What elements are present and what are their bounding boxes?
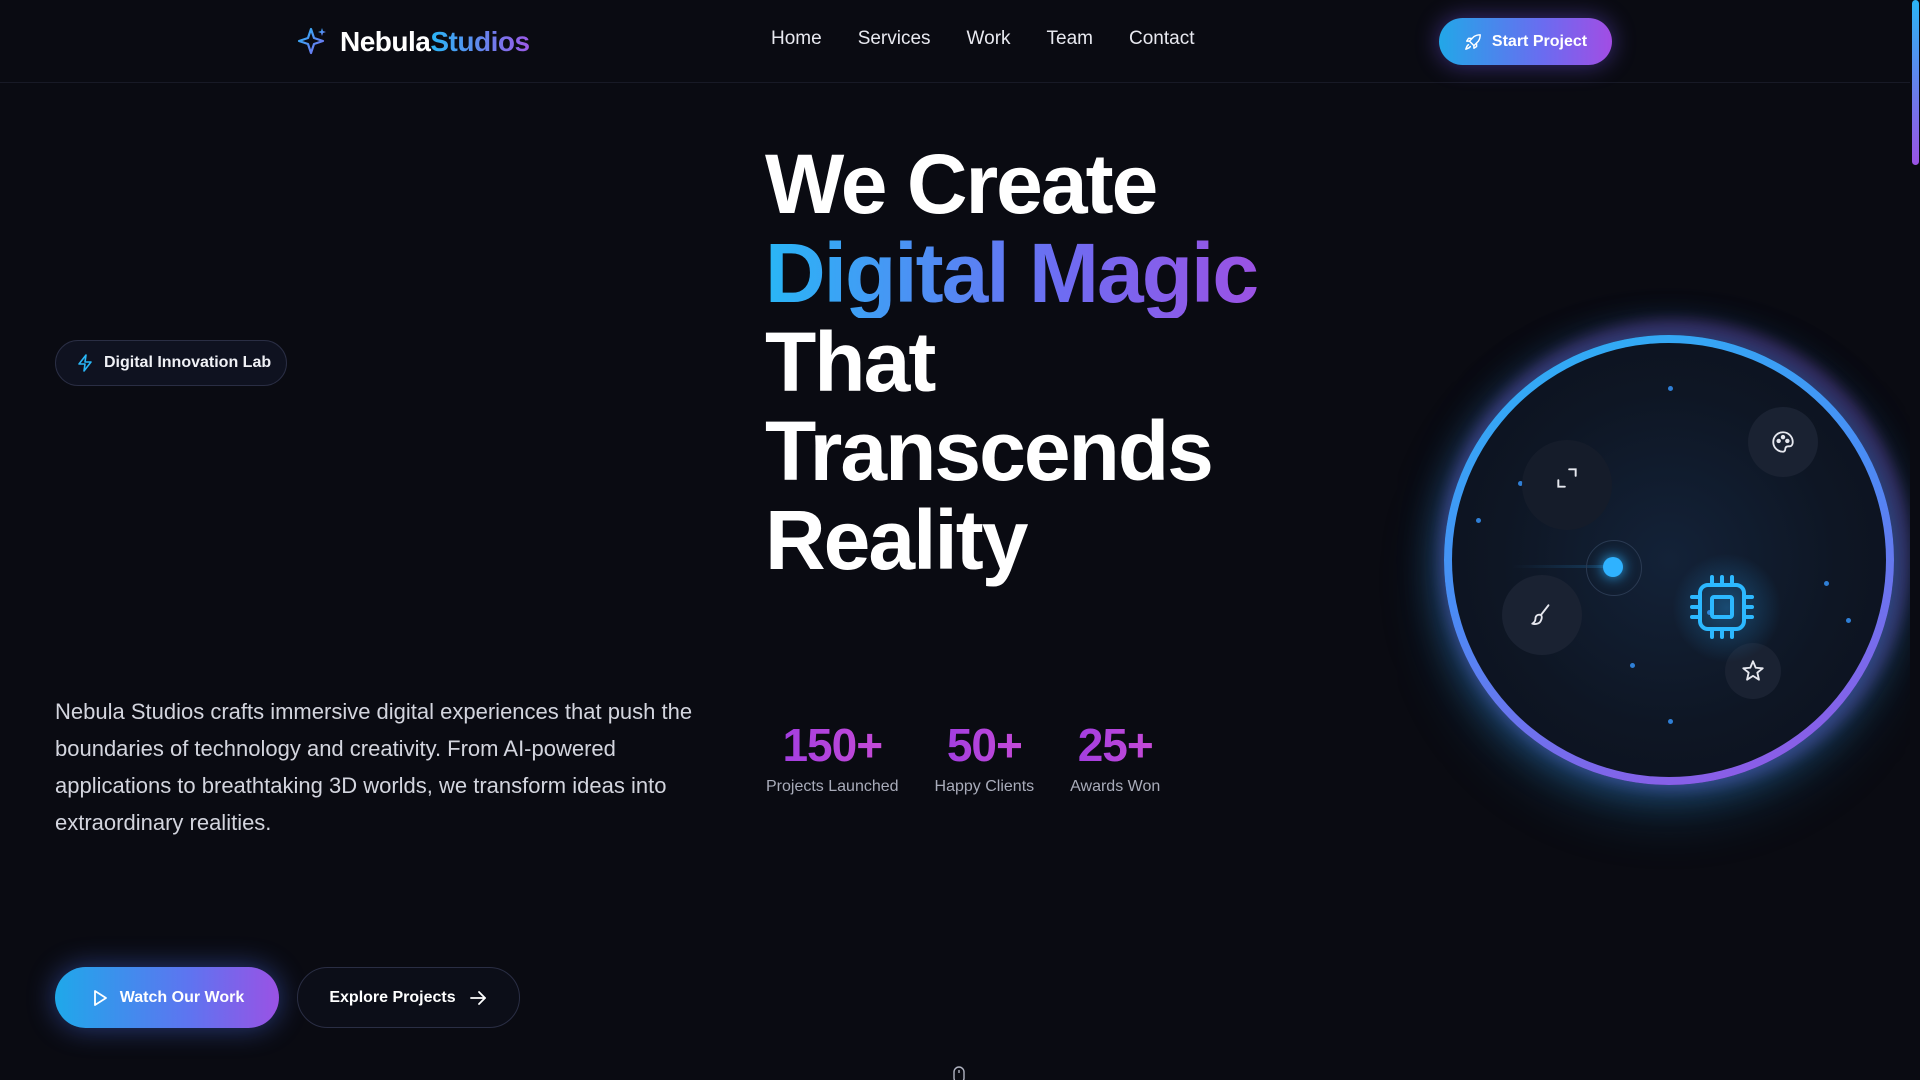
hero-orb — [1400, 290, 1920, 830]
sparkles-icon — [297, 27, 326, 55]
stat-value: 50+ — [946, 719, 1023, 771]
expand-icon-bubble — [1522, 440, 1612, 530]
start-project-button[interactable]: Start Project — [1439, 18, 1612, 65]
palette-icon — [1772, 431, 1794, 453]
arrow-right-icon — [469, 990, 486, 1005]
headline-line-4: Transcends — [765, 404, 1214, 498]
innovation-badge: Digital Innovation Lab — [55, 340, 287, 386]
stat-clients: 50+ Happy Clients — [935, 718, 1035, 796]
watch-our-work-label: Watch Our Work — [119, 988, 245, 1006]
hero-description: Nebula Studios crafts immersive digital … — [55, 699, 693, 835]
nav-link-contact[interactable]: Contact — [1129, 28, 1194, 50]
palette-icon-bubble — [1748, 407, 1818, 477]
nav-link-team[interactable]: Team — [1047, 28, 1093, 50]
mouse-icon — [953, 1066, 965, 1080]
scrollbar-thumb[interactable] — [1912, 0, 1919, 165]
expand-icon — [1557, 468, 1577, 488]
headline-line-1: We Create — [765, 137, 1158, 231]
rocket-icon — [1465, 33, 1481, 50]
hero-headline: We Create Digital Magic That Transcends … — [765, 140, 1305, 585]
brand-name-part1: Nebula — [340, 26, 431, 57]
explore-projects-button[interactable]: Explore Projects — [297, 967, 520, 1028]
particle — [1846, 618, 1851, 623]
stats-row: 150+ Projects Launched 50+ Happy Clients… — [766, 718, 1196, 796]
stat-label: Awards Won — [1070, 778, 1161, 795]
stat-label: Happy Clients — [934, 778, 1035, 795]
particle — [1668, 386, 1673, 391]
stat-projects: 150+ Projects Launched — [766, 718, 899, 796]
stat-value: 150+ — [782, 719, 883, 771]
stat-label: Projects Launched — [766, 778, 899, 795]
stat-value: 25+ — [1077, 719, 1154, 771]
stat-awards: 25+ Awards Won — [1070, 718, 1160, 796]
orb-inner — [1452, 343, 1886, 777]
top-nav: NebulaStudios Home Services Work Team Co… — [0, 0, 1910, 83]
brand-name-part2: Studios — [430, 26, 530, 57]
particle — [1668, 719, 1673, 724]
brand-name: NebulaStudios — [340, 26, 530, 58]
brush-icon-bubble — [1502, 575, 1582, 655]
particle — [1824, 581, 1829, 586]
nav-link-home[interactable]: Home — [771, 28, 822, 50]
start-project-label: Start Project — [1491, 32, 1588, 50]
pulse-core — [1603, 557, 1623, 577]
cpu-chip-icon — [1690, 575, 1754, 639]
nav-links: Home Services Work Team Contact — [771, 28, 1194, 50]
lightning-icon — [78, 354, 92, 372]
particle — [1476, 518, 1481, 523]
nav-link-services[interactable]: Services — [858, 28, 931, 50]
brand-logo[interactable]: NebulaStudios — [296, 22, 530, 62]
watch-our-work-button[interactable]: Watch Our Work — [55, 967, 279, 1028]
play-icon — [93, 989, 107, 1006]
explore-projects-label: Explore Projects — [329, 988, 456, 1006]
particle — [1630, 663, 1635, 668]
star-icon — [1742, 660, 1764, 681]
badge-label: Digital Innovation Lab — [104, 354, 272, 371]
headline-line-3: That — [765, 315, 936, 409]
headline-highlight: Digital Magic — [765, 229, 1305, 318]
brush-icon — [1531, 604, 1550, 625]
headline-line-5: Reality — [765, 493, 1028, 587]
nav-link-work[interactable]: Work — [967, 28, 1011, 50]
page-scrollbar[interactable] — [1910, 0, 1920, 1080]
